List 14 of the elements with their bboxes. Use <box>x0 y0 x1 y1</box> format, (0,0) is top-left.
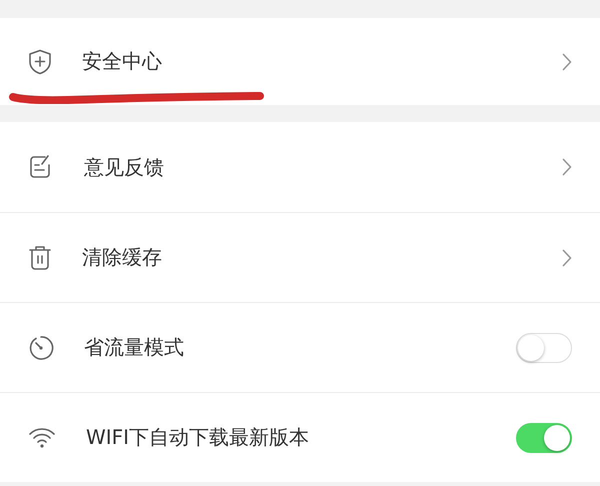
toggle-switch[interactable] <box>516 332 572 362</box>
trash-icon <box>28 244 52 270</box>
wifi-icon <box>28 426 56 448</box>
setting-label: 安全中心 <box>82 48 163 75</box>
setting-label: 省流量模式 <box>84 334 185 361</box>
shield-icon <box>28 48 52 74</box>
setting-label: 清除缓存 <box>82 244 163 271</box>
setting-label: 意见反馈 <box>84 154 165 180</box>
toggle-switch[interactable] <box>516 422 572 452</box>
gauge-icon <box>28 334 54 360</box>
chevron-right-icon <box>562 52 572 70</box>
setting-label: WIFI下自动下载最新版本 <box>86 424 310 451</box>
chevron-right-icon <box>562 248 572 266</box>
chevron-right-icon <box>562 158 572 176</box>
